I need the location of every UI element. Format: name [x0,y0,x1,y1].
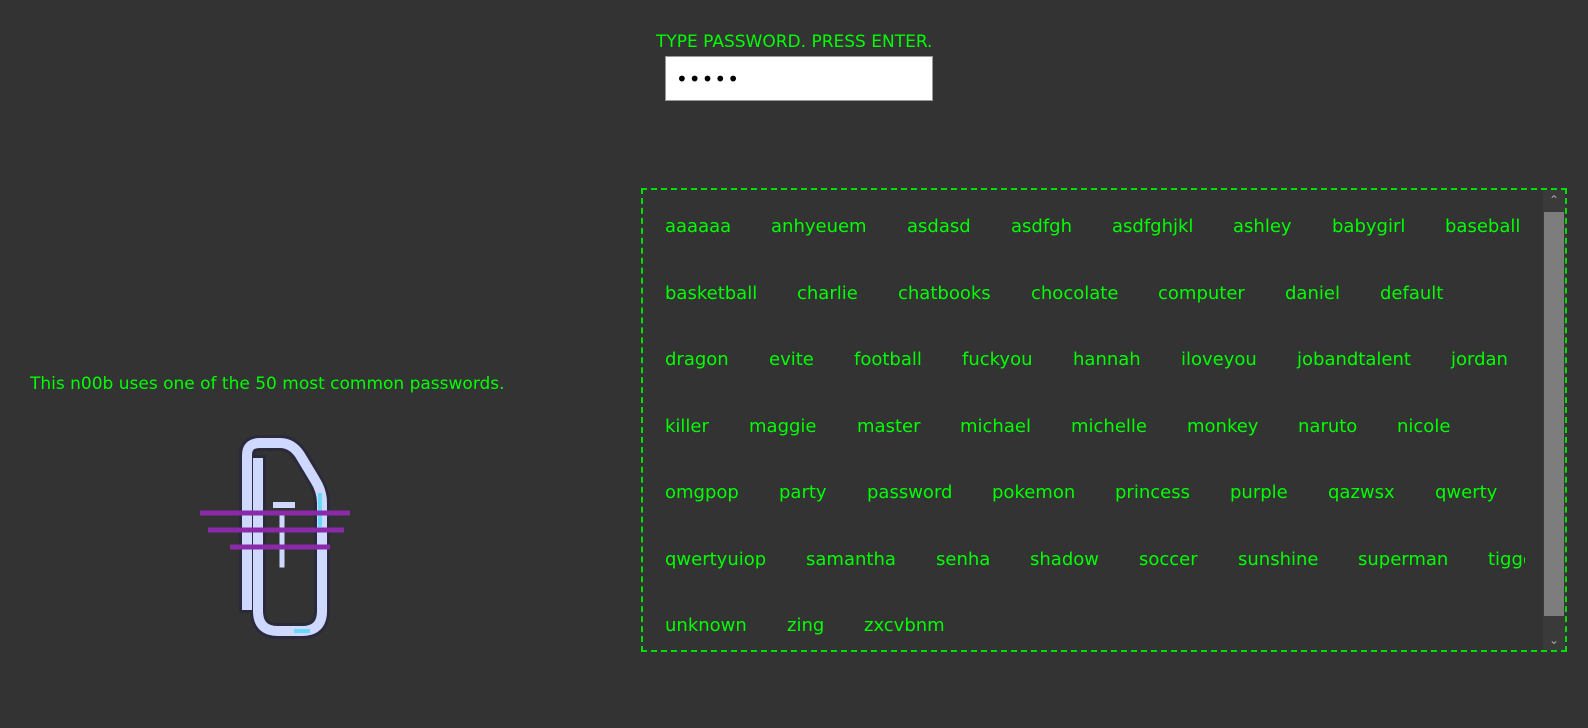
password-list-item: princess [1115,482,1190,503]
password-list-item: qwerty [1435,482,1498,503]
password-list-item: babygirl [1332,216,1406,237]
password-list-item: computer [1158,282,1245,304]
password-list-item: fuckyou [962,349,1033,370]
password-list-item: hannah [1073,349,1141,370]
password-list-item: michael [960,415,1031,437]
password-list-item: jobandtalent [1297,349,1411,370]
password-list-item: charlie [797,282,858,304]
password-list-item: tigger [1488,548,1525,570]
password-list-item: omgpop [665,482,739,503]
password-list-item: monkey [1187,415,1259,437]
password-list-item: superman [1358,548,1449,570]
common-passwords-panel[interactable]: aaaaaa anhyeuem asdasd asdfgh asdfghjkl ashle… [641,188,1567,652]
password-list-item: anhyeuem [771,216,867,237]
password-list-item: aaaaaa [665,216,732,237]
password-list-item: jordan [1451,349,1508,370]
password-list-item: zing [787,615,825,636]
scroll-down-arrow-icon[interactable]: ⌄ [1543,630,1565,650]
paperclip-icon [200,435,350,639]
password-list-item: master [857,415,921,437]
password-list-item: michelle [1071,415,1147,437]
scrollbar[interactable]: ⌃ ⌄ [1543,190,1565,650]
password-list-item: sunshine [1238,548,1319,570]
password-list-item: purple [1230,482,1288,503]
password-list-item: ashley [1233,216,1292,237]
password-list-item: naruto [1298,415,1358,437]
password-list-item: qazwsx [1328,482,1395,503]
password-list-item: shadow [1030,548,1099,570]
password-list-item: dragon [665,349,729,370]
password-list-item: party [779,482,827,503]
password-list-item: unknown [665,615,747,636]
password-list-item: nicole [1397,415,1451,437]
paperclip-body [239,435,330,639]
password-list-item: killer [665,415,709,437]
password-list-item: football [854,349,922,370]
password-list-item: asdfghjkl [1112,216,1194,237]
password-list-item: zxcvbnm [864,615,945,636]
password-list-item: daniel [1285,282,1340,304]
password-list-item: chatbooks [898,282,991,304]
scroll-thumb[interactable] [1544,212,1564,616]
password-list: aaaaaa anhyeuem asdasd asdfgh asdfghjkl ashle… [665,190,1525,650]
password-list-item: baseball [1445,216,1521,237]
password-list-item: default [1380,282,1444,304]
password-list-item: senha [936,548,991,570]
password-prompt: TYPE PASSWORD. PRESS ENTER. [656,32,933,52]
password-list-item: asdasd [907,216,971,237]
password-list-item: qwertyuiop [665,548,767,570]
password-list-item: asdfgh [1011,216,1073,237]
password-list-item: iloveyou [1181,349,1257,370]
password-list-item: maggie [749,415,817,437]
password-list-item: soccer [1139,548,1198,570]
password-list-item: chocolate [1031,282,1119,304]
password-input[interactable] [665,56,933,101]
verdict-message: This n00b uses one of the 50 most common… [30,374,505,394]
password-list-item: basketball [665,282,758,304]
password-list-item: pokemon [992,482,1076,503]
password-list-item: password [867,482,953,503]
scroll-up-arrow-icon[interactable]: ⌃ [1543,190,1565,210]
password-list-item: evite [769,349,814,370]
password-list-item: samantha [806,548,896,570]
